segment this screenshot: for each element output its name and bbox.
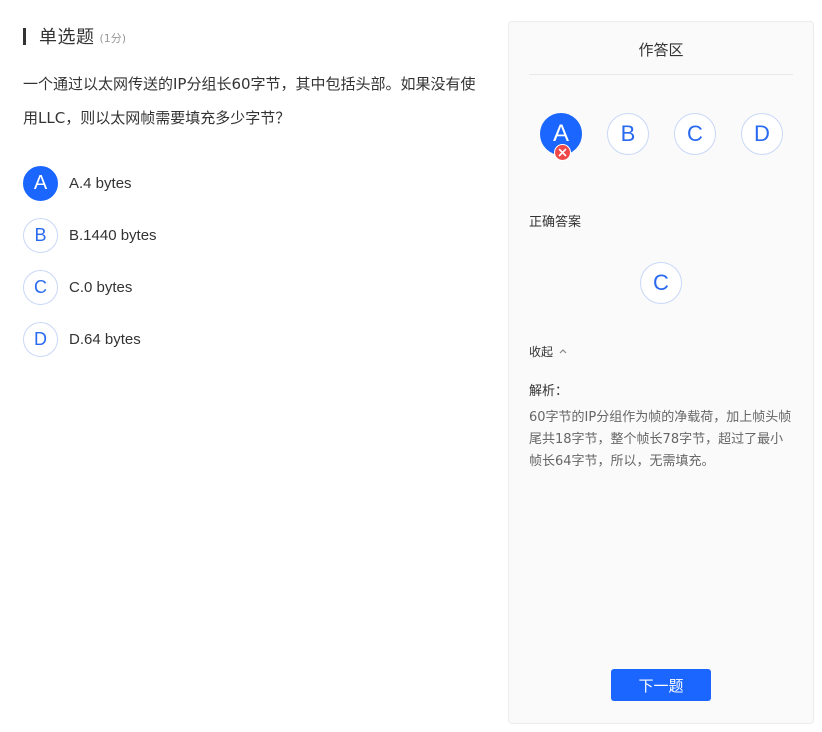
option-b-text[interactable]: B.1440 bytes <box>69 227 157 244</box>
title-accent-bar <box>23 27 26 45</box>
option-b[interactable]: B B.1440 bytes <box>23 218 483 253</box>
option-d-text[interactable]: D.64 bytes <box>69 331 141 348</box>
option-a-circle[interactable]: A <box>23 166 58 201</box>
answer-choice-a[interactable]: A <box>540 113 582 161</box>
collapse-label[interactable]: 收起 <box>529 343 553 360</box>
question-area: 单选题 (1分) 一个通过以太网传送的IP分组长60字节，其中包括头部。如果没有… <box>23 22 483 374</box>
question-header: 单选题 (1分) <box>23 22 483 50</box>
chevron-up-icon[interactable] <box>559 347 567 357</box>
question-score: (1分) <box>99 32 127 45</box>
option-c-text[interactable]: C.0 bytes <box>69 279 132 296</box>
option-d[interactable]: D D.64 bytes <box>23 322 483 357</box>
answer-choice-b-label: B <box>620 121 636 146</box>
option-d-circle[interactable]: D <box>23 322 58 357</box>
panel-title: 作答区 <box>638 41 684 59</box>
option-c[interactable]: C C.0 bytes <box>23 270 483 305</box>
panel-divider <box>529 74 793 75</box>
option-c-circle[interactable]: C <box>23 270 58 305</box>
answer-choice-d[interactable]: D <box>741 113 783 155</box>
answer-panel: 作答区 A B C D 正确答案 C 收起 解析： 60字节的IP分组作为帧的净… <box>508 21 814 724</box>
option-list: A A.4 bytes B B.1440 bytes C C.0 bytes D… <box>23 166 483 357</box>
correct-answer-badge: C <box>640 262 682 304</box>
answer-choice-c-label: C <box>687 121 703 146</box>
correct-answer-label: 正确答案 <box>529 215 582 230</box>
answer-choice-b[interactable]: B <box>607 113 649 155</box>
next-question-button[interactable]: 下一题 <box>611 669 711 701</box>
wrong-x-icon <box>554 144 571 161</box>
option-a-text[interactable]: A.4 bytes <box>69 175 132 192</box>
option-b-circle[interactable]: B <box>23 218 58 253</box>
answer-sheet: A B C D <box>540 113 783 161</box>
question-type: 单选题 <box>39 27 95 48</box>
question-text: 一个通过以太网传送的IP分组长60字节，其中包括头部。如果没有使用LLC，则以太… <box>23 75 476 127</box>
collapse-toggle[interactable]: 收起 <box>529 343 567 360</box>
option-a[interactable]: A A.4 bytes <box>23 166 483 201</box>
analysis-text: 60字节的IP分组作为帧的净载荷，加上帧头帧尾共18字节，整个帧长78字节，超过… <box>529 410 792 469</box>
answer-choice-c[interactable]: C <box>674 113 716 155</box>
answer-choice-d-label: D <box>754 121 770 146</box>
analysis-label: 解析： <box>529 384 569 399</box>
